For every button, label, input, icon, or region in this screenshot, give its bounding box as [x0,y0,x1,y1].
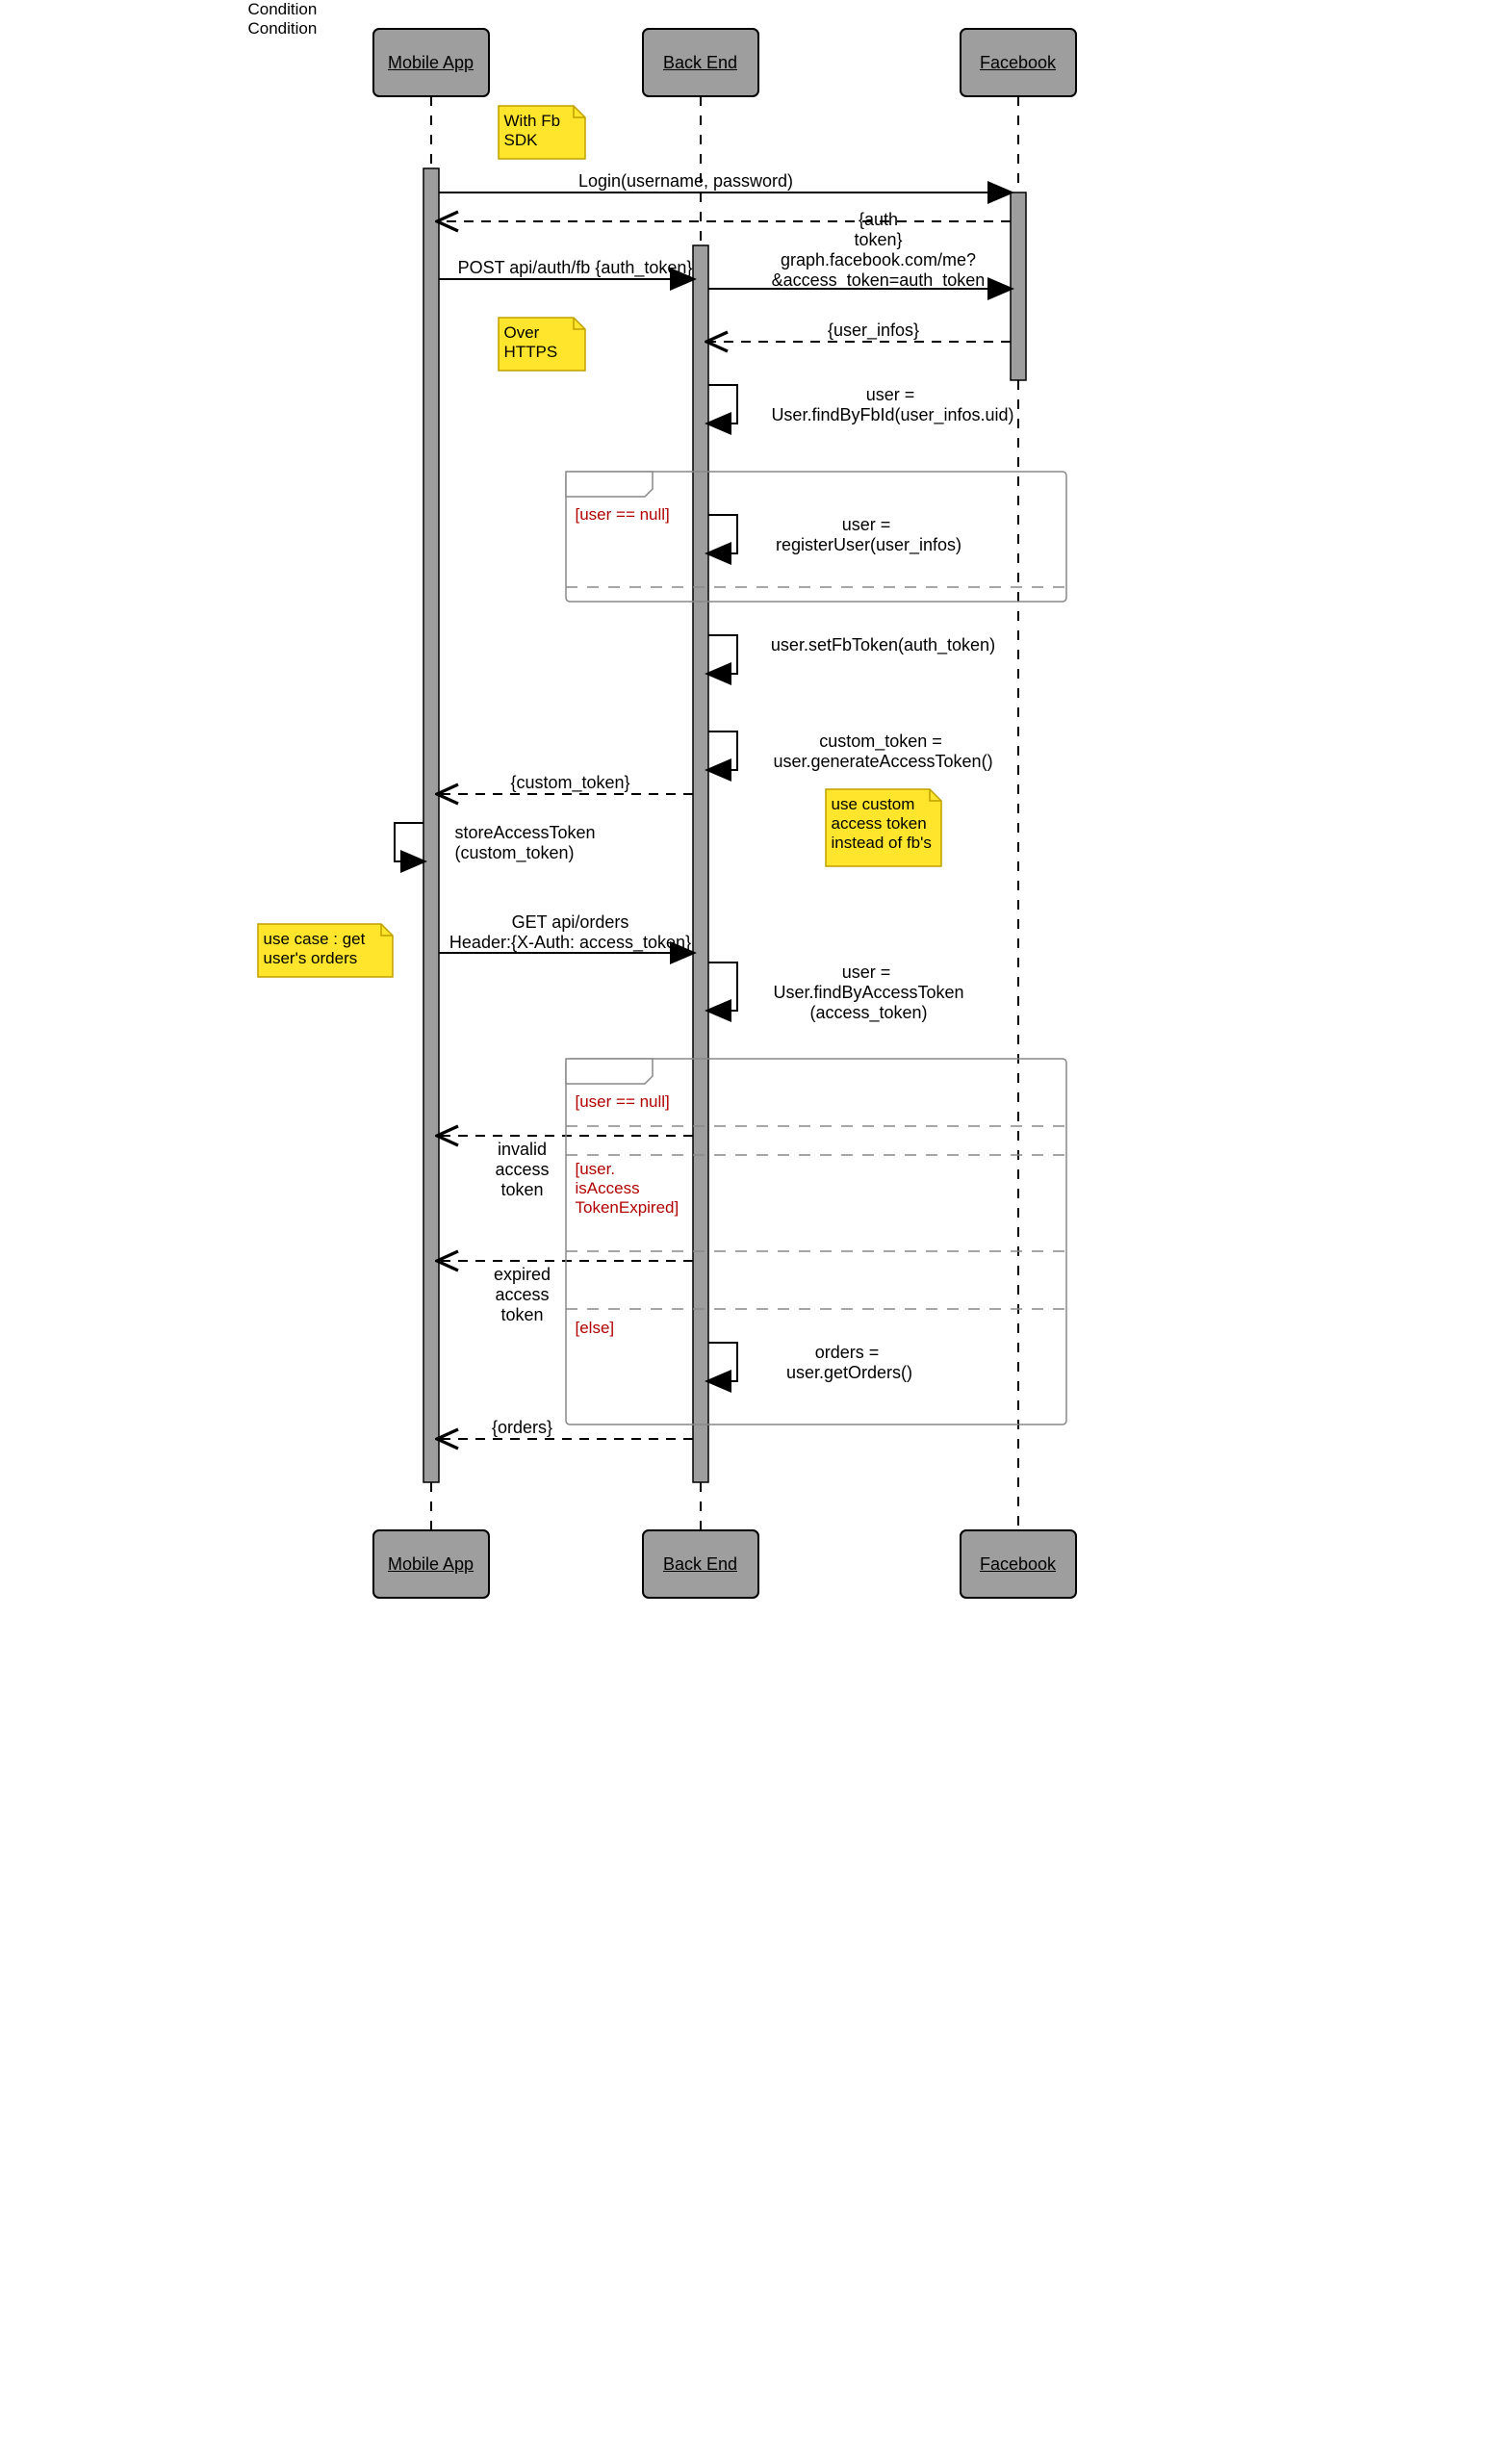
self-message-label: orders = user.getOrders() [763,1343,936,1383]
note-text: With Fb SDK [504,112,579,150]
message-label: GET api/orders Header:{X-Auth: access_to… [446,912,696,953]
self-message-label: custom_token = user.generateAccessToken(… [758,732,1009,772]
self-message-label: user = User.findByAccessToken (access_to… [758,962,980,1023]
message-label: {auth token} graph.facebook.com/me? &acc… [758,210,999,291]
frame-condition: [user == null] [576,1092,701,1112]
participant-label: Back End [643,53,758,73]
participant-label: Facebook [961,1554,1076,1575]
participant-label: Facebook [961,53,1076,73]
frame-condition: [else] [576,1319,701,1338]
note-text: use custom access token instead of fb's [832,795,936,853]
message-label: {orders} [484,1418,561,1438]
message-label: {custom_token} [499,773,643,793]
note-text: use case : get user's orders [264,930,387,968]
frame-condition: [user. isAccess TokenExpired] [576,1160,701,1218]
self-message-label: user = User.findByFbId(user_infos.uid) [758,385,1028,425]
participant-label: Back End [643,1554,758,1575]
self-message-label: user.setFbToken(auth_token) [758,635,1009,655]
message-label: POST api/auth/fb {auth_token} [455,258,696,278]
note-text: Over HTTPS [504,323,579,362]
message-label: {user_infos} [802,321,946,341]
self-message-label: storeAccessToken (custom_token) [455,823,628,863]
frame-condition: [user == null] [576,505,701,525]
participant-label: Mobile App [373,1554,489,1575]
message-label: invalid access token [484,1140,561,1200]
message-label: expired access token [484,1265,561,1325]
self-message-label: user = registerUser(user_infos) [758,515,980,555]
message-label: Login(username, password) [566,171,807,192]
participant-label: Mobile App [373,53,489,73]
